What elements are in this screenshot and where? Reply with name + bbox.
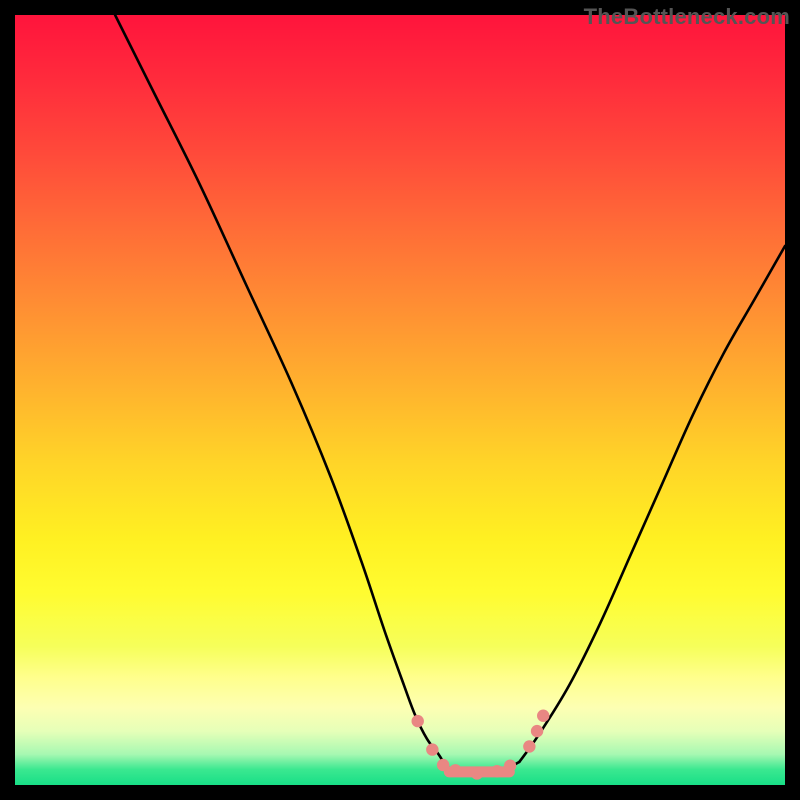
chart-frame: TheBottleneck.com [0, 0, 800, 800]
plot-area [15, 15, 785, 785]
highlight-marker [449, 764, 461, 776]
highlight-marker [537, 710, 549, 722]
highlight-marker [412, 715, 424, 727]
left-curve [115, 15, 454, 770]
highlight-marker [504, 760, 516, 772]
highlight-marker [491, 765, 503, 777]
highlight-marker [523, 740, 535, 752]
marker-group [412, 710, 550, 780]
highlight-marker [471, 767, 483, 779]
highlight-marker [426, 743, 438, 755]
curve-layer [15, 15, 785, 785]
watermark-label: TheBottleneck.com [584, 4, 790, 30]
right-curve [519, 246, 785, 762]
highlight-marker [437, 759, 449, 771]
highlight-marker [531, 725, 543, 737]
